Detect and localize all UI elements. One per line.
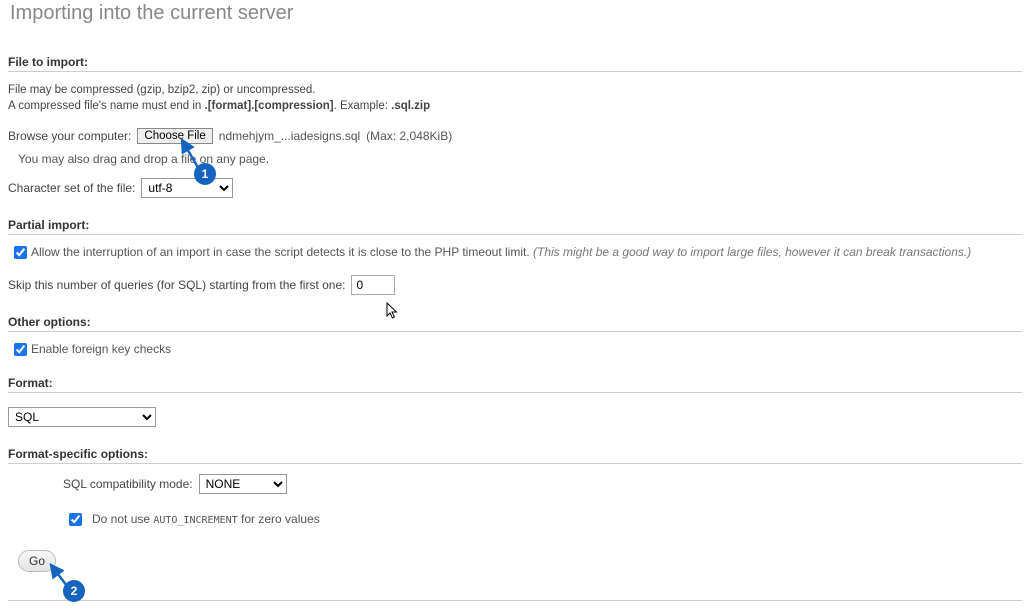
allow-interruption-row: Allow the interruption of an import in c… xyxy=(8,245,1022,259)
bottom-divider xyxy=(8,600,1022,601)
desc-line1: File may be compressed (gzip, bzip2, zip… xyxy=(8,84,315,96)
format-specific-header: Format-specific options: xyxy=(8,447,1022,464)
allow-interruption-note: (This might be a good way to import larg… xyxy=(533,245,971,259)
zero-auto-row: Do not use AUTO_INCREMENT for zero value… xyxy=(63,512,1022,526)
file-to-import-header: File to import: xyxy=(8,55,1022,72)
skip-queries-input[interactable] xyxy=(351,275,395,295)
desc-example: .sql.zip xyxy=(391,100,430,112)
zero-auto-checkbox[interactable] xyxy=(69,513,82,526)
desc-format-pattern: .[format].[compression] xyxy=(205,100,334,112)
allow-interruption-checkbox[interactable] xyxy=(14,246,27,259)
browse-row: Browse your computer: Choose File ndmehj… xyxy=(8,128,1022,144)
foreign-key-row: Enable foreign key checks xyxy=(8,342,1022,356)
zero-auto-prefix: Do not use xyxy=(92,512,153,526)
allow-interruption-label: Allow the interruption of an import in c… xyxy=(31,245,971,259)
charset-select[interactable]: utf-8 xyxy=(141,178,233,198)
chosen-file-name: ndmehjym_...iadesigns.sql xyxy=(219,129,360,143)
format-select[interactable]: SQL xyxy=(8,407,156,427)
zero-auto-code: AUTO_INCREMENT xyxy=(153,515,237,526)
sql-compat-row: SQL compatibility mode: NONE xyxy=(63,474,1022,494)
charset-label: Character set of the file: xyxy=(8,181,135,195)
format-header: Format: xyxy=(8,376,1022,393)
browse-label: Browse your computer: xyxy=(8,129,131,143)
other-options-header: Other options: xyxy=(8,315,1022,332)
sql-compat-select[interactable]: NONE xyxy=(199,474,287,494)
allow-interruption-text: Allow the interruption of an import in c… xyxy=(31,245,533,259)
charset-row: Character set of the file: utf-8 xyxy=(8,178,1022,198)
foreign-key-checkbox[interactable] xyxy=(14,343,27,356)
format-row: SQL xyxy=(8,407,1022,427)
zero-auto-label: Do not use AUTO_INCREMENT for zero value… xyxy=(92,512,320,526)
compression-description: File may be compressed (gzip, bzip2, zip… xyxy=(8,82,1022,114)
foreign-key-label: Enable foreign key checks xyxy=(31,342,171,356)
page-title: Importing into the current server xyxy=(10,2,1030,25)
max-upload-size: (Max: 2,048KiB) xyxy=(366,129,452,143)
partial-import-header: Partial import: xyxy=(8,218,1022,235)
desc-line2-prefix: A compressed file's name must end in xyxy=(8,100,205,112)
sql-compat-label: SQL compatibility mode: xyxy=(63,477,193,491)
desc-line2-mid: . Example: xyxy=(334,100,392,112)
drag-drop-hint: You may also drag and drop a file on any… xyxy=(18,152,1022,166)
annotation-badge-2: 2 xyxy=(63,580,85,602)
zero-auto-suffix: for zero values xyxy=(238,512,320,526)
skip-queries-label: Skip this number of queries (for SQL) st… xyxy=(8,278,345,292)
skip-queries-row: Skip this number of queries (for SQL) st… xyxy=(8,275,1022,295)
